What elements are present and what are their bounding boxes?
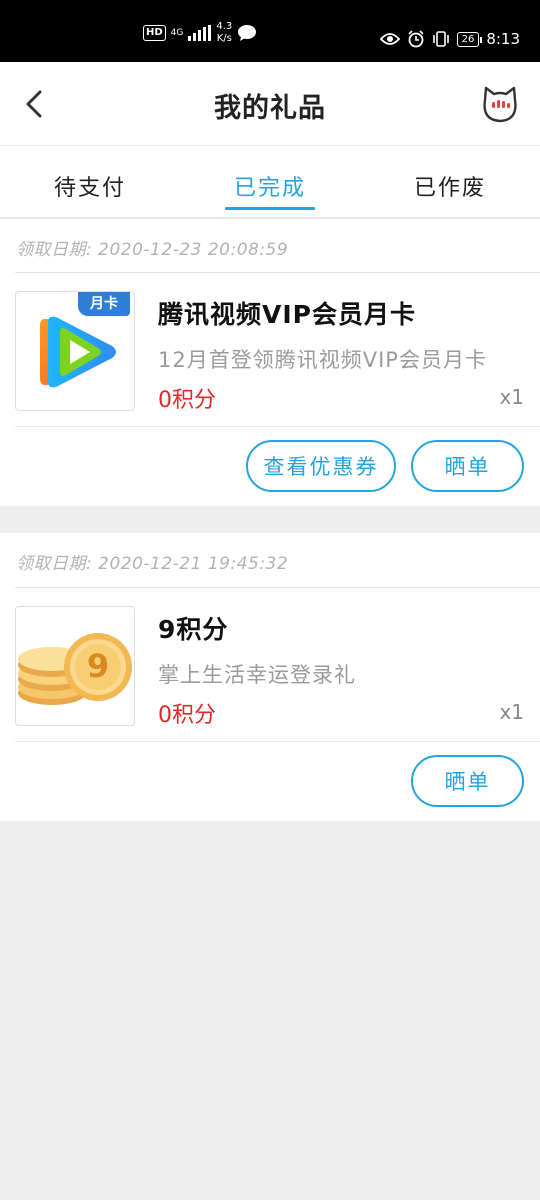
product-image[interactable]: 9 xyxy=(15,606,135,726)
coin-number: 9 xyxy=(86,647,110,685)
claim-date: 领取日期: 2020-12-23 20:08:59 xyxy=(16,240,289,260)
product-image[interactable]: 月卡 xyxy=(15,291,135,411)
tab-completed[interactable]: 已完成 xyxy=(180,170,360,202)
product-description: 掌上生活幸运登录礼 xyxy=(158,663,356,687)
product-quantity: x1 xyxy=(499,700,524,724)
claim-date: 领取日期: 2020-12-21 19:45:32 xyxy=(16,554,289,574)
gold-coins-icon xyxy=(18,633,132,705)
product-title[interactable]: 腾讯视频VIP会员月卡 xyxy=(158,295,416,331)
product-quantity: x1 xyxy=(499,385,524,409)
navigation-bar: 我的礼品 xyxy=(0,62,540,146)
order-card: 领取日期: 2020-12-23 20:08:59 月卡 腾讯视频VIP会员月卡… xyxy=(0,219,540,506)
product-title[interactable]: 9积分 xyxy=(158,610,228,646)
battery-icon: 26 xyxy=(456,31,483,47)
tab-bar: 待支付 已完成 已作废 xyxy=(0,146,540,218)
message-icon xyxy=(238,25,257,41)
signal-icon xyxy=(188,25,212,41)
status-bar-left: HD 4G 4.3 K/s xyxy=(143,21,257,44)
eye-icon xyxy=(379,33,400,45)
vibrate-icon xyxy=(432,31,449,47)
monthly-card-badge: 月卡 xyxy=(78,292,130,316)
product-price: 0积分 xyxy=(158,388,216,413)
divider xyxy=(15,587,540,588)
order-card: 领取日期: 2020-12-21 19:45:32 9 9积分 掌上生活幸运登录… xyxy=(0,533,540,821)
alarm-icon xyxy=(408,30,424,48)
tab-voided[interactable]: 已作废 xyxy=(360,170,540,202)
cat-mascot-icon[interactable] xyxy=(480,84,520,124)
hd-badge: HD xyxy=(143,25,166,41)
view-coupon-button[interactable]: 查看优惠券 xyxy=(246,440,396,492)
share-order-button[interactable]: 晒单 xyxy=(411,755,524,807)
active-tab-indicator xyxy=(225,207,315,210)
page-title: 我的礼品 xyxy=(214,93,326,124)
share-order-button[interactable]: 晒单 xyxy=(411,440,524,492)
status-bar: HD 4G 4.3 K/s 26 8:13 xyxy=(0,0,540,62)
divider xyxy=(15,272,540,273)
network-type: 4G xyxy=(170,27,184,38)
tab-pending-payment[interactable]: 待支付 xyxy=(0,170,180,202)
divider xyxy=(15,741,540,742)
clock: 8:13 xyxy=(486,30,520,48)
product-description: 12月首登领腾讯视频VIP会员月卡 xyxy=(158,348,487,372)
divider xyxy=(15,426,540,427)
network-speed: 4.3 K/s xyxy=(216,21,233,44)
status-bar-right: 26 8:13 xyxy=(379,28,520,50)
product-price: 0积分 xyxy=(158,703,216,728)
